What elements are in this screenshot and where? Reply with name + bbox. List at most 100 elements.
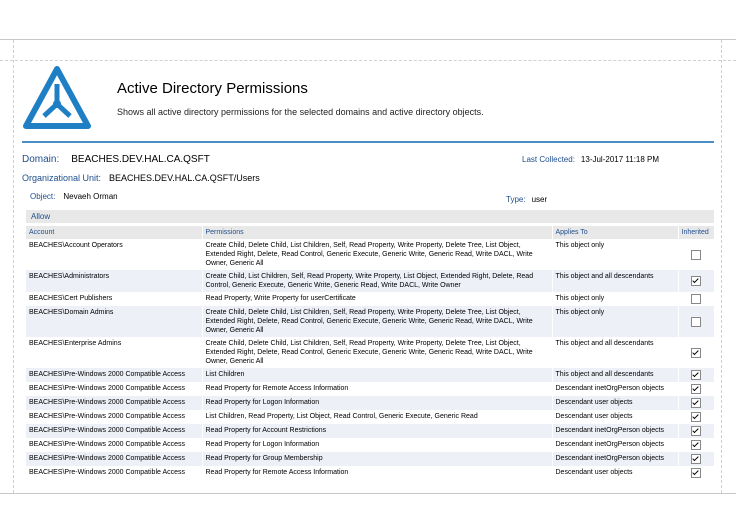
checked-checkbox-icon[interactable]: [691, 276, 701, 286]
applies-to-cell: Descendant user objects: [552, 410, 679, 424]
unchecked-checkbox-icon[interactable]: [691, 294, 701, 304]
inherited-cell: [678, 270, 715, 292]
checked-checkbox-icon[interactable]: [691, 398, 701, 408]
page-guide-left: [13, 40, 14, 493]
permissions-cell: Read Property for Remote Access Informat…: [202, 466, 553, 480]
object-label: Object:: [30, 192, 56, 201]
applies-to-cell: This object and all descendants: [552, 337, 679, 368]
permissions-cell: Read Property for Logon Information: [202, 396, 553, 410]
account-cell: BEACHES\Cert Publishers: [26, 292, 203, 306]
table-body: BEACHES\Account Operators Create Child, D…: [26, 239, 715, 480]
checked-checkbox-icon[interactable]: [691, 468, 701, 478]
table-row: BEACHES\Pre-Windows 2000 Compatible Acce…: [26, 410, 715, 424]
applies-to-cell: Descendant inetOrgPerson objects: [552, 382, 679, 396]
account-cell: BEACHES\Administrators: [26, 270, 203, 292]
allow-section-header: Allow: [26, 210, 714, 223]
inherited-cell: [678, 368, 715, 382]
permissions-cell: List Children, Read Property, List Objec…: [202, 410, 553, 424]
permissions-cell: Create Child, List Children, Self, Read …: [202, 270, 553, 292]
applies-to-cell: This object and all descendants: [552, 368, 679, 382]
checked-checkbox-icon[interactable]: [691, 454, 701, 464]
account-cell: BEACHES\Enterprise Admins: [26, 337, 203, 368]
inherited-cell: [678, 410, 715, 424]
account-cell: BEACHES\Pre-Windows 2000 Compatible Acce…: [26, 438, 203, 452]
applies-to-cell: This object only: [552, 239, 679, 270]
table-row: BEACHES\Cert Publishers Read Property, Wr…: [26, 292, 715, 306]
checked-checkbox-icon[interactable]: [691, 412, 701, 422]
checked-checkbox-icon[interactable]: [691, 440, 701, 450]
quest-logo-icon: [23, 66, 91, 129]
report-frame: Active Directory Permissions Shows all a…: [0, 39, 736, 494]
inherited-cell: [678, 382, 715, 396]
account-cell: BEACHES\Pre-Windows 2000 Compatible Acce…: [26, 382, 203, 396]
table-row: BEACHES\Enterprise Admins Create Child, D…: [26, 337, 715, 368]
page-guide-right: [721, 40, 722, 493]
account-cell: BEACHES\Pre-Windows 2000 Compatible Acce…: [26, 410, 203, 424]
account-cell: BEACHES\Domain Admins: [26, 306, 203, 337]
table-header-row: Account Permissions Applies To Inherited: [26, 226, 715, 239]
inherited-cell: [678, 292, 715, 306]
checked-checkbox-icon[interactable]: [691, 384, 701, 394]
table-row: BEACHES\Pre-Windows 2000 Compatible Acce…: [26, 452, 715, 466]
unchecked-checkbox-icon[interactable]: [691, 249, 701, 260]
page-subtitle: Shows all active directory permissions f…: [117, 107, 484, 117]
object-info: Object: Nevaeh Orman: [30, 192, 118, 201]
last-collected-label: Last Collected:: [522, 155, 575, 164]
account-cell: BEACHES\Pre-Windows 2000 Compatible Acce…: [26, 452, 203, 466]
applies-to-cell: Descendant user objects: [552, 396, 679, 410]
inherited-cell: [678, 306, 715, 337]
header-divider: [22, 141, 714, 143]
table-row: BEACHES\Account Operators Create Child, D…: [26, 239, 715, 270]
inherited-cell: [678, 466, 715, 480]
page-guide-top: [0, 60, 736, 61]
domain-label: Domain:: [22, 154, 60, 165]
applies-to-cell: This object only: [552, 306, 679, 337]
last-collected-value: 13-Jul-2017 11:18 PM: [580, 155, 660, 164]
applies-to-cell: Descendant inetOrgPerson objects: [552, 452, 679, 466]
permissions-cell: Read Property for Account Restrictions: [202, 424, 553, 438]
ou-value: BEACHES.DEV.HAL.CA.QSFT/Users: [109, 173, 260, 183]
account-cell: BEACHES\Pre-Windows 2000 Compatible Acce…: [26, 424, 203, 438]
inherited-cell: [678, 396, 715, 410]
table-row: BEACHES\Pre-Windows 2000 Compatible Acce…: [26, 424, 715, 438]
inherited-cell: [678, 438, 715, 452]
account-cell: BEACHES\Account Operators: [26, 239, 203, 270]
applies-to-cell: Descendant inetOrgPerson objects: [552, 424, 679, 438]
table-row: BEACHES\Administrators Create Child, List…: [26, 270, 715, 292]
permissions-cell: List Children: [202, 368, 553, 382]
table-row: BEACHES\Pre-Windows 2000 Compatible Acce…: [26, 438, 715, 452]
unchecked-checkbox-icon[interactable]: [691, 316, 701, 327]
permissions-table: Account Permissions Applies To Inherited…: [26, 226, 715, 480]
permissions-cell: Create Child, Delete Child, List Childre…: [202, 239, 553, 270]
account-cell: BEACHES\Pre-Windows 2000 Compatible Acce…: [26, 368, 203, 382]
inherited-cell: [678, 452, 715, 466]
column-header-inherited: Inherited: [678, 226, 715, 239]
checked-checkbox-icon[interactable]: [691, 426, 701, 436]
permissions-cell: Read Property for Remote Access Informat…: [202, 382, 553, 396]
object-value: Nevaeh Orman: [63, 192, 118, 201]
applies-to-cell: This object only: [552, 292, 679, 306]
applies-to-cell: Descendant user objects: [552, 466, 679, 480]
domain-value: BEACHES.DEV.HAL.CA.QSFT: [71, 154, 210, 165]
checked-checkbox-icon[interactable]: [691, 370, 701, 380]
inherited-cell: [678, 337, 715, 368]
last-collected: Last Collected: 13-Jul-2017 11:18 PM: [522, 155, 659, 164]
permissions-cell: Read Property, Write Property for userCe…: [202, 292, 553, 306]
inherited-cell: [678, 424, 715, 438]
column-header-permissions: Permissions: [202, 226, 553, 239]
table-row: BEACHES\Pre-Windows 2000 Compatible Acce…: [26, 368, 715, 382]
permissions-cell: Create Child, Delete Child, List Childre…: [202, 306, 553, 337]
permissions-cell: Read Property for Logon Information: [202, 438, 553, 452]
account-cell: BEACHES\Pre-Windows 2000 Compatible Acce…: [26, 396, 203, 410]
column-header-applies-to: Applies To: [552, 226, 679, 239]
type-value: user: [531, 195, 548, 204]
checked-checkbox-icon[interactable]: [691, 347, 701, 358]
ou-info: Organizational Unit: BEACHES.DEV.HAL.CA.Q…: [22, 173, 260, 183]
permissions-cell: Read Property for Group Membership: [202, 452, 553, 466]
domain-info: Domain: BEACHES.DEV.HAL.CA.QSFT: [22, 154, 210, 165]
table-row: BEACHES\Pre-Windows 2000 Compatible Acce…: [26, 396, 715, 410]
page-title: Active Directory Permissions: [117, 80, 308, 97]
account-cell: BEACHES\Pre-Windows 2000 Compatible Acce…: [26, 466, 203, 480]
ou-label: Organizational Unit:: [22, 173, 102, 183]
column-header-account: Account: [26, 226, 203, 239]
